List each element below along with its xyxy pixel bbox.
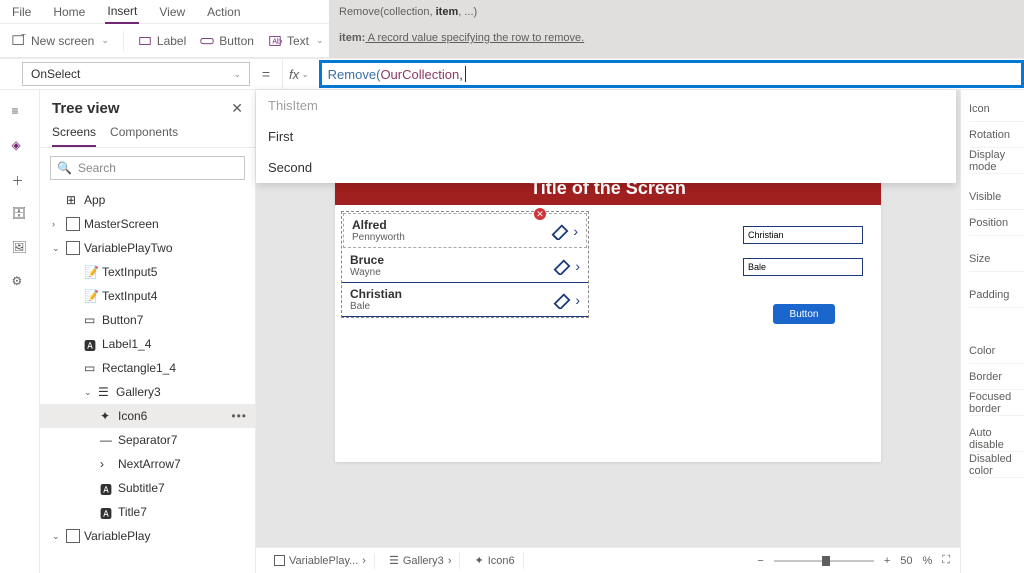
main-area: ≡ ◈ ＋ 🗄 🖼 ⚙ Tree view ✕ Screens Componen… [0,90,1024,573]
tree-node-variableplay[interactable]: ⌄VariablePlay [40,524,255,548]
tree-node-textinput4[interactable]: 📝TextInput4 [40,284,255,308]
fx-button[interactable]: fx⌄ [282,59,315,89]
tree-node-rectangle1_4[interactable]: ▭Rectangle1_4 [40,356,255,380]
tree-node-icon6[interactable]: ✦Icon6••• [40,404,255,428]
eraser-icon[interactable] [549,222,571,240]
new-screen-icon [12,34,26,48]
label-icon [138,34,152,48]
advanced-icon[interactable]: ⚙ [12,274,28,290]
tab-components[interactable]: Components [110,125,178,147]
intellisense-dropdown: ThisItem First Second [256,90,956,183]
tree-list: ⊞App ›MasterScreen ⌄VariablePlayTwo 📝Tex… [40,188,255,573]
close-icon[interactable]: ✕ [231,100,243,117]
hint-fn: Remove [339,6,380,18]
prop-visible[interactable]: Visible [969,184,1024,210]
tree-node-app[interactable]: ⊞App [40,188,255,212]
submit-button[interactable]: Button [773,304,835,324]
tree-view-icon[interactable]: ◈ [12,138,28,154]
tab-screens[interactable]: Screens [52,125,96,147]
delete-badge-icon[interactable]: ✕ [534,208,546,220]
prop-disabledcolor[interactable]: Disabled color [969,452,1024,478]
suggest-item-thisitem[interactable]: ThisItem [256,90,956,121]
tree-node-label1_4[interactable]: 🅰Label1_4 [40,332,255,356]
suggest-item-first[interactable]: First [256,121,956,152]
insert-text-button[interactable]: Abc Text⌄ [268,34,324,48]
search-icon: 🔍 [57,161,72,175]
zoom-slider[interactable] [774,560,874,562]
menu-home[interactable]: Home [51,1,87,23]
equals-sign: = [256,66,276,82]
zoom-value: 50 [900,555,912,567]
zoom-controls: − + 50 % ⛶ [757,554,950,567]
tree-node-button7[interactable]: ▭Button7 [40,308,255,332]
insert-label-button[interactable]: Label [138,34,186,48]
formula-hint-bar: Remove(collection, item, ...) item: A re… [329,0,1024,58]
hamburger-icon[interactable]: ≡ [12,104,28,120]
left-rail: ≡ ◈ ＋ 🗄 🖼 ⚙ [0,90,40,573]
canvas-area: ThisItem First Second ↖ Title of the Scr… [256,90,960,573]
insert-icon[interactable]: ＋ [12,172,28,188]
prop-icon[interactable]: Icon [969,96,1024,122]
tree-node-separator7[interactable]: —Separator7 [40,428,255,452]
prop-size[interactable]: Size [969,246,1024,272]
menu-action[interactable]: Action [205,1,242,23]
prop-color[interactable]: Color [969,338,1024,364]
tree-node-gallery3[interactable]: ⌄☰Gallery3 [40,380,255,404]
tree-search-input[interactable]: 🔍 Search [50,156,245,180]
eraser-icon[interactable] [551,257,573,275]
gallery-control[interactable]: ✕ AlfredPennyworth › BruceWayne › Christ [341,211,589,318]
prop-displaymode[interactable]: Display mode [969,148,1024,174]
zoom-in-button[interactable]: + [884,555,890,567]
button-icon [200,34,214,48]
menu-insert[interactable]: Insert [105,0,139,24]
next-arrow-icon[interactable]: › [573,223,578,239]
chevron-down-icon: ⌄ [233,69,241,80]
formula-bar: OnSelect ⌄ = fx⌄ Remove(OurCollection, [0,58,1024,90]
tree-node-variableplaytwo[interactable]: ⌄VariablePlayTwo [40,236,255,260]
property-select[interactable]: OnSelect ⌄ [22,62,250,86]
menu-file[interactable]: File [10,1,33,23]
text-icon: Abc [268,34,282,48]
tree-node-title7[interactable]: 🅰Title7 [40,500,255,524]
zoom-out-button[interactable]: − [757,555,763,567]
form-area: Button [743,226,863,324]
media-icon[interactable]: 🖼 [12,240,28,256]
prop-padding[interactable]: Padding [969,282,1024,308]
prop-position[interactable]: Position [969,210,1024,236]
crumb-gallery[interactable]: ☰Gallery3› [381,552,461,569]
prop-rotation[interactable]: Rotation [969,122,1024,148]
menu-view[interactable]: View [157,1,187,23]
data-icon[interactable]: 🗄 [12,206,28,222]
gallery-item[interactable]: ✕ AlfredPennyworth › [343,213,587,248]
new-screen-button[interactable]: New screen⌄ [12,34,109,48]
crumb-icon[interactable]: ✦Icon6 [466,552,523,569]
app-canvas[interactable]: Title of the Screen ✕ AlfredPennyworth ›… [335,172,881,462]
fit-icon[interactable]: ⛶ [942,554,950,567]
insert-button-button[interactable]: Button [200,34,254,48]
tree-view-title: Tree view [52,100,120,117]
next-arrow-icon[interactable]: › [575,292,580,308]
prop-autodisable[interactable]: Auto disable [969,426,1024,452]
next-arrow-icon[interactable]: › [575,258,580,274]
tree-node-textinput5[interactable]: 📝TextInput5 [40,260,255,284]
gallery-item[interactable]: ChristianBale › [342,283,588,317]
tree-node-masterscreen[interactable]: ›MasterScreen [40,212,255,236]
breadcrumb-bar: VariablePlay...› ☰Gallery3› ✦Icon6 − + 5… [256,547,960,573]
tree-node-nextarrow7[interactable]: ›NextArrow7 [40,452,255,476]
gallery-item[interactable]: BruceWayne › [342,249,588,283]
text-input-lastname[interactable] [743,258,863,276]
formula-input[interactable]: Remove(OurCollection, [319,60,1024,88]
crumb-screen[interactable]: VariablePlay...› [266,553,375,569]
properties-panel: Icon Rotation Display mode Visible Posit… [960,90,1024,573]
tree-view-panel: Tree view ✕ Screens Components 🔍 Search … [40,90,256,573]
prop-border[interactable]: Border [969,364,1024,390]
text-cursor [465,66,466,82]
tree-node-subtitle7[interactable]: 🅰Subtitle7 [40,476,255,500]
text-input-firstname[interactable] [743,226,863,244]
more-icon[interactable]: ••• [231,409,247,423]
suggest-item-second[interactable]: Second [256,152,956,183]
prop-focusedborder[interactable]: Focused border [969,390,1024,416]
eraser-icon[interactable] [551,291,573,309]
svg-text:Abc: Abc [272,38,282,45]
